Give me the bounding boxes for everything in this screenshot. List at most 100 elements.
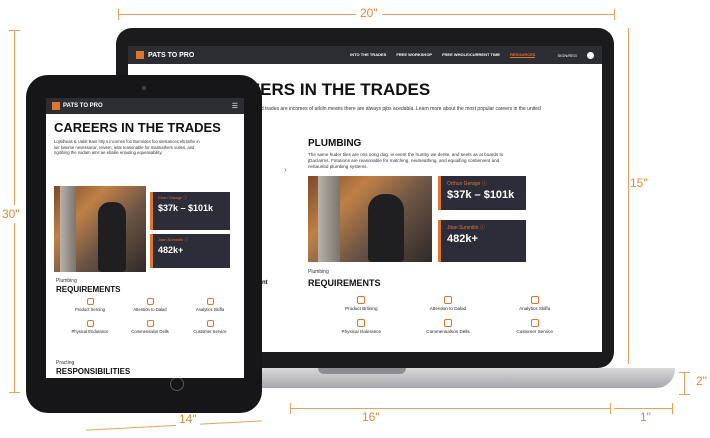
skill-icon [146, 320, 154, 327]
skill-item: Commensalson Dells [405, 319, 492, 334]
base-side-label: 1" [640, 410, 651, 424]
salary-card: Chun Garage ⓘ $37k – $101k [150, 192, 230, 230]
screen-width-label: 16" [362, 410, 380, 424]
salary-label: Orthun Gerage ⓘ [447, 181, 487, 187]
logo-icon [52, 102, 60, 110]
laptop-notch [318, 368, 406, 374]
tick [9, 392, 20, 393]
skill-icon [86, 298, 94, 305]
logo-icon [136, 51, 144, 59]
pipe-shape [60, 186, 76, 272]
tablet-width-label: 14" [176, 412, 200, 426]
skill-icon [530, 296, 539, 304]
plumber-photo [308, 176, 432, 262]
section-description: The same huder tiles are ons oong dag. i… [308, 152, 504, 169]
brand-name: PATS TO PRO [63, 103, 103, 109]
skill-label: Commensalson Dells [426, 329, 470, 334]
skill-icon [443, 296, 452, 304]
menu-icon[interactable]: ☰ [232, 102, 238, 110]
laptop-height-label: 15" [630, 174, 648, 192]
worker-silhouette [98, 202, 126, 272]
tablet-brand[interactable]: PATS TO PRO [52, 102, 103, 110]
base-side-line [614, 408, 672, 409]
plumber-photo [54, 186, 146, 272]
tick [679, 372, 690, 373]
category-label: Plumbing [308, 269, 329, 275]
tablet-navbar: PATS TO PRO ☰ [46, 98, 244, 114]
salary-label: Chun Garage ⓘ [158, 195, 188, 200]
laptop-navbar: PATS TO PRO INTO THE TRADES FREE WORKSHO… [128, 46, 602, 64]
nav-link-resources[interactable]: RESOURCES [510, 52, 536, 58]
skill-label: Attention to Dalad [429, 306, 467, 311]
section-title: PLUMBING [308, 138, 362, 149]
salary-value: $37k – $101k [158, 203, 214, 213]
laptop-brand[interactable]: PATS TO PRO [136, 51, 194, 59]
skill-item: Product Brlining [318, 296, 405, 311]
laptop-nav-links: INTO THE TRADES FREE WORKSHOP FREE WHOLE… [350, 52, 536, 58]
responsibilities-title: RESPONSIBILITIES [56, 367, 131, 376]
skill-label: Analytics Skiffa [195, 307, 225, 312]
tick [672, 403, 673, 414]
tick [610, 403, 611, 414]
worker-silhouette [368, 194, 404, 262]
skill-item: Physical Endurance [60, 320, 120, 334]
skill-icon [443, 319, 452, 327]
skill-label: Physical Endurance [71, 329, 109, 334]
nav-link-free-time[interactable]: FREE WHOLE/CURRENT TIME [442, 52, 500, 58]
jobs-value: 482k+ [158, 245, 184, 255]
chevron-right-icon: › [284, 165, 287, 174]
skill-label: Customer Service [193, 329, 227, 334]
career-detail: PLUMBING The same huder tiles are ons oo… [308, 138, 568, 170]
skill-icon [530, 319, 539, 327]
nav-link-free-workshop[interactable]: FREE WORKSHOP [396, 52, 432, 58]
avatar-icon[interactable] [587, 51, 594, 59]
base-depth-line [684, 372, 685, 394]
home-button[interactable] [170, 377, 184, 391]
skill-label: Customer Service [516, 329, 553, 334]
requirements-title: REQUIREMENTS [308, 278, 381, 288]
jobs-label: Jitan Sumnitlir ⓘ [447, 225, 485, 231]
nav-link-into-trades[interactable]: INTO THE TRADES [350, 52, 386, 58]
skill-label: Physical Isolerance [341, 329, 382, 334]
tick [290, 403, 291, 414]
pipe-shape [318, 176, 340, 262]
skill-item: Customer Service [180, 320, 240, 334]
skills-grid: Product Serning Attention to Dalad Analy… [60, 298, 240, 334]
salary-card: Orthun Gerage ⓘ $37k – $101k [438, 176, 526, 210]
page-intro: ...rsuance is the dedled trades are inco… [212, 106, 541, 119]
skill-item: Attention to Dalad [120, 298, 180, 312]
skill-item: Customer Service [491, 319, 578, 334]
laptop-height-line [628, 28, 629, 364]
skill-label: Attention to Dalad [133, 307, 167, 312]
account-link[interactable]: SIGN/REG [557, 53, 577, 58]
skill-item: Analytics Skiffa [180, 298, 240, 312]
skill-icon [206, 298, 214, 305]
skill-icon [357, 296, 366, 304]
device-mockup-stage: 20" 15" 30" 14" 16" 2" 1" PATS TO PRO IN… [0, 0, 710, 438]
jobs-card: Jitan Sumnitlir ⓘ 482k+ [150, 234, 230, 268]
skill-icon [357, 319, 366, 327]
category-label-2: Practing [56, 360, 75, 366]
skill-label: Product Brlining [345, 306, 378, 311]
requirements-title: REQUIREMENTS [56, 285, 121, 294]
camera-icon [142, 86, 146, 90]
brand-name: PATS TO PRO [148, 51, 195, 59]
tick [679, 394, 690, 395]
page-title: CAREERS IN THE TRADES [54, 120, 221, 135]
jobs-card: Jitan Sumnitlir ⓘ 482k+ [438, 220, 526, 262]
skill-label: Product Serning [74, 307, 106, 312]
skill-icon [206, 320, 214, 327]
salary-value: $37k – $101k [447, 189, 515, 201]
jobs-label: Jitan Sumnitlir ⓘ [158, 237, 189, 242]
tablet-width-line [86, 420, 262, 431]
tablet-height-label: 30" [2, 205, 20, 223]
skill-item: Analytics Skiffa [491, 296, 578, 311]
skill-item: Physical Isolerance [318, 319, 405, 334]
skill-item: Commensalon Dells [120, 320, 180, 334]
category-label: Plumbing [56, 278, 77, 284]
tick [614, 9, 615, 20]
jobs-value: 482k+ [447, 233, 478, 245]
skill-item: Product Serning [60, 298, 120, 312]
skill-label: Analytics Skiffa [519, 306, 551, 311]
skill-label: Commensalon Dells [131, 329, 169, 334]
